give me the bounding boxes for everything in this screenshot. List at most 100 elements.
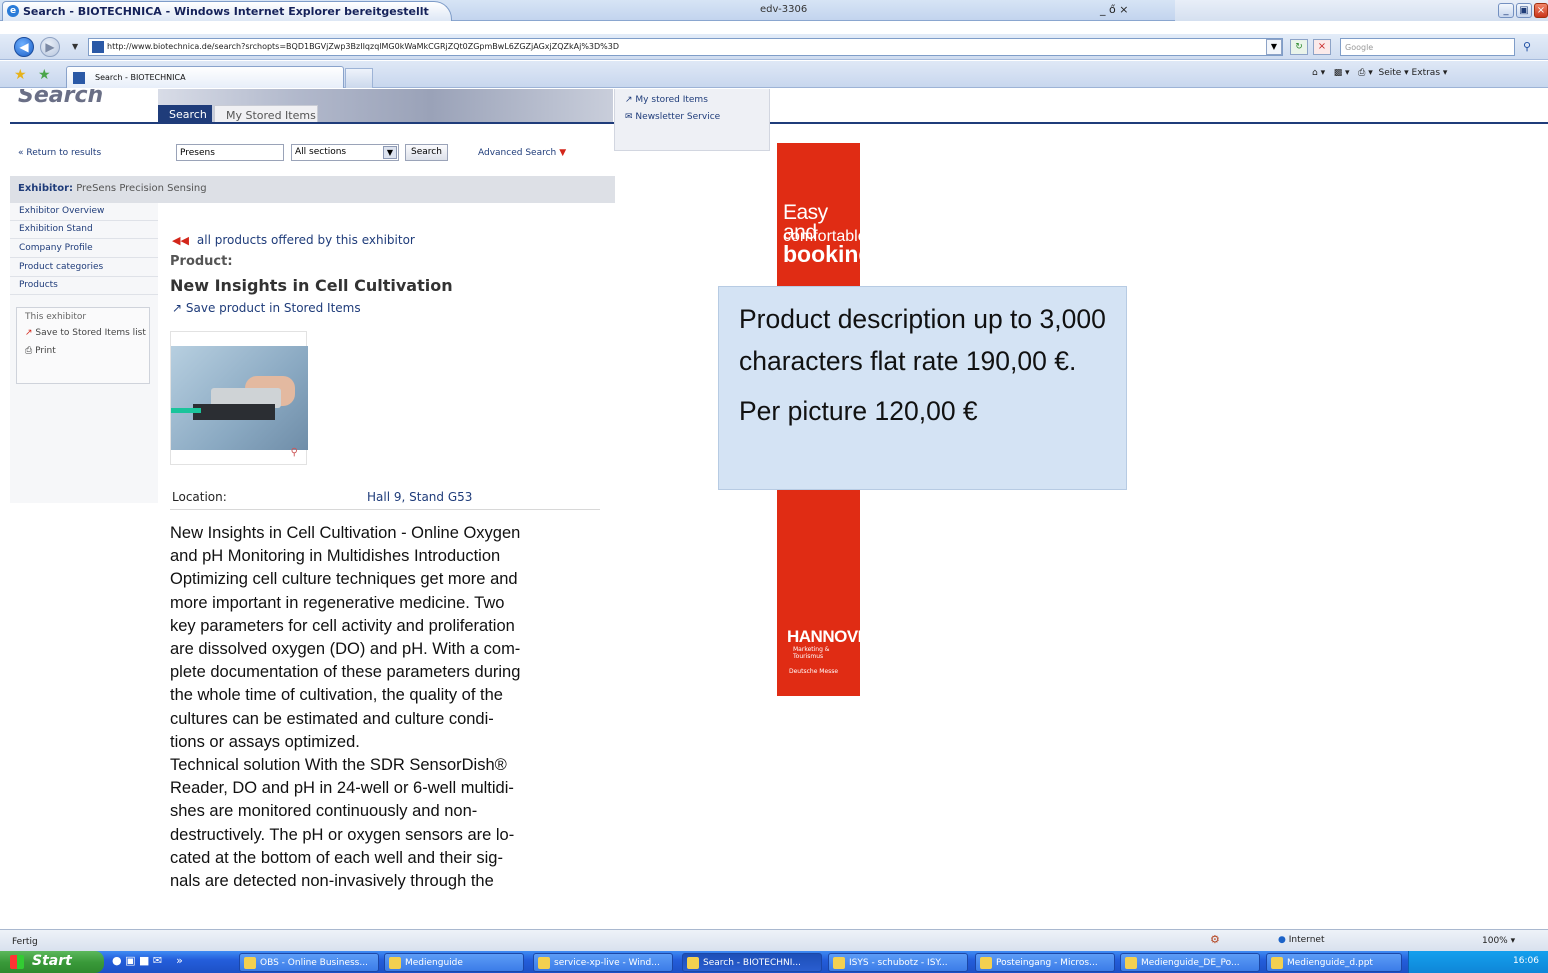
web-page: Search Search My Stored Items ↗ My store… <box>0 89 1548 929</box>
feeds-icon[interactable]: ▩ ▾ <box>1334 68 1350 78</box>
app-icon <box>833 957 845 969</box>
sidebar-item-exhibitor-overview[interactable]: Exhibitor Overview <box>10 203 158 221</box>
quick-launch[interactable]: ● ▣ ■ ✉ » <box>112 954 183 967</box>
powerpoint-icon <box>1271 957 1283 969</box>
banner-brand: HANNOVER <box>787 627 881 646</box>
price-callout: Product description up to 3,000 characte… <box>718 286 1127 490</box>
address-input[interactable]: http://www.biotechnica.de/search?srchopt… <box>88 38 1283 56</box>
search-button[interactable]: Search <box>405 144 448 161</box>
location-divider <box>170 509 600 510</box>
print-icon[interactable]: ⎙ ▾ <box>1358 68 1373 78</box>
inner-window-controls[interactable]: _ ő × <box>1100 3 1128 16</box>
window-title-bar: e Search - BIOTECHNICA - Windows Interne… <box>0 0 1548 21</box>
taskbar-item[interactable]: OBS - Online Business... <box>239 953 379 972</box>
search-icon[interactable]: ⚲ <box>1523 40 1531 53</box>
exhibitor-bar: Exhibitor: PreSens Precision Sensing <box>10 176 615 203</box>
sidebar-item-products[interactable]: Products <box>10 277 158 295</box>
taskbar-item[interactable]: Medienguide_DE_Po... <box>1120 953 1260 972</box>
save-product-link[interactable]: ↗ Save product in Stored Items <box>172 301 361 315</box>
all-products-link[interactable]: ◀◀ all products offered by this exhibitor <box>172 233 415 247</box>
back-button[interactable]: ◀ <box>14 37 34 57</box>
exhibitor-label: Exhibitor: <box>18 183 73 194</box>
home-icon[interactable]: ⌂ ▾ <box>1312 68 1325 78</box>
close-button[interactable]: × <box>1534 3 1548 18</box>
service-dropdown: ↗ My stored Items ✉ Newsletter Service <box>614 89 770 151</box>
section-select[interactable]: All sections ▼ <box>291 144 399 161</box>
web-search-input[interactable]: Google <box>1340 38 1515 56</box>
history-dropdown-icon[interactable]: ▼ <box>72 42 78 51</box>
return-to-results-link[interactable]: « Return to results <box>18 148 101 158</box>
banner-brand-sub: Marketing & Tourismus <box>793 646 830 660</box>
maximize-button[interactable]: ▣ <box>1516 3 1532 18</box>
print-link[interactable]: ⎙ Print <box>25 345 149 358</box>
chevron-down-icon[interactable]: ▼ <box>383 146 397 159</box>
globe-icon: ● <box>1278 935 1286 945</box>
forward-button[interactable]: ▶ <box>40 37 60 57</box>
advanced-search-link[interactable]: Advanced Search ▼ <box>478 148 566 158</box>
ie-icon <box>538 957 550 969</box>
taskbar-item[interactable]: Posteingang - Micros... <box>975 953 1115 972</box>
ie-icon: e <box>7 5 19 17</box>
new-tab-button[interactable] <box>345 68 373 88</box>
refresh-icon[interactable]: ↻ <box>1290 39 1308 55</box>
browser-tab-bar: ★ ★ Search - BIOTECHNICA ⌂ ▾ ▩ ▾ ⎙ ▾ Sei… <box>0 61 1548 88</box>
taskbar-item[interactable]: Medienguide_d.ppt <box>1266 953 1402 972</box>
banner-partner: Deutsche Messe <box>789 668 839 675</box>
minimize-button[interactable]: _ <box>1498 3 1514 18</box>
dropdown-my-stored-items[interactable]: ↗ My stored Items <box>625 95 769 105</box>
taskbar-item[interactable]: service-xp-live - Wind... <box>533 953 673 972</box>
start-button[interactable]: Start <box>0 951 104 973</box>
page-header-title: Search <box>18 89 104 108</box>
this-exhibitor-box: This exhibitor ↗ Save to Stored Items li… <box>16 307 150 384</box>
product-title: New Insights in Cell Cultivation <box>170 276 453 295</box>
taskbar-item-active[interactable]: Search - BIOTECHNI... <box>682 953 822 972</box>
product-image[interactable]: ⚲ <box>170 331 308 465</box>
external-link-icon: ↗ <box>25 328 33 338</box>
ie-icon <box>244 957 256 969</box>
this-exhibitor-heading: This exhibitor <box>25 312 87 322</box>
security-zone[interactable]: ● Internet <box>1278 935 1324 945</box>
dropdown-newsletter-service[interactable]: ✉ Newsletter Service <box>625 112 769 122</box>
device-base-shape <box>193 404 275 420</box>
taskbar-item[interactable]: Medienguide <box>384 953 524 972</box>
tab-my-stored-items[interactable]: My Stored Items <box>214 105 318 123</box>
caret-down-icon: ▼ <box>559 148 567 158</box>
site-favicon <box>92 41 104 53</box>
start-label: Start <box>32 953 72 969</box>
location-link[interactable]: Hall 9, Stand G53 <box>367 490 472 504</box>
zoom-level[interactable]: 100% ▾ <box>1482 936 1515 946</box>
save-to-stored-items-link[interactable]: ↗ Save to Stored Items list <box>25 327 149 340</box>
browser-tab-active[interactable]: Search - BIOTECHNICA <box>66 66 344 88</box>
sidebar-item-exhibition-stand[interactable]: Exhibition Stand <box>10 221 158 239</box>
protected-mode-icon: ⚙ <box>1210 933 1220 946</box>
taskbar-item[interactable]: ISYS - schubotz - ISY... <box>828 953 968 972</box>
folder-icon <box>389 957 401 969</box>
callout-text-1: Product description up to 3,000 characte… <box>739 304 1106 376</box>
product-label: Product: <box>170 254 233 269</box>
sidebar-item-company-profile[interactable]: Company Profile <box>10 240 158 258</box>
favorites-star-icon[interactable]: ★ <box>14 67 27 83</box>
tab-search[interactable]: Search <box>158 105 212 123</box>
exhibitor-name: PreSens Precision Sensing <box>76 183 207 194</box>
command-bar: ⌂ ▾ ▩ ▾ ⎙ ▾ Seite ▾ Extras ▾ <box>1312 68 1447 78</box>
external-link-icon: ↗ <box>625 95 633 105</box>
status-text: Fertig <box>12 937 38 947</box>
add-favorites-icon[interactable]: ★ <box>38 67 51 83</box>
address-dropdown-icon[interactable]: ▼ <box>1266 39 1282 55</box>
printer-icon: ⎙ <box>25 346 33 356</box>
zoom-icon[interactable]: ⚲ <box>291 447 298 458</box>
sidebar-item-product-categories[interactable]: Product categories <box>10 259 158 277</box>
window-title-tab: e Search - BIOTECHNICA - Windows Interne… <box>2 1 452 21</box>
stop-icon[interactable]: × <box>1313 39 1331 55</box>
tube-shape <box>171 408 201 413</box>
header-divider <box>10 122 1548 124</box>
double-left-arrow-icon: ◀◀ <box>172 234 189 247</box>
windows-logo-icon <box>10 955 24 969</box>
search-input[interactable]: Presens <box>176 144 284 161</box>
page-tools-menu[interactable]: Seite ▾ Extras ▾ <box>1379 68 1448 78</box>
ie-icon <box>687 957 699 969</box>
system-tray[interactable]: 16:06 <box>1408 951 1548 973</box>
powerpoint-icon <box>1125 957 1137 969</box>
tab-favicon <box>73 72 85 84</box>
banner-line-3: booking <box>783 241 873 267</box>
